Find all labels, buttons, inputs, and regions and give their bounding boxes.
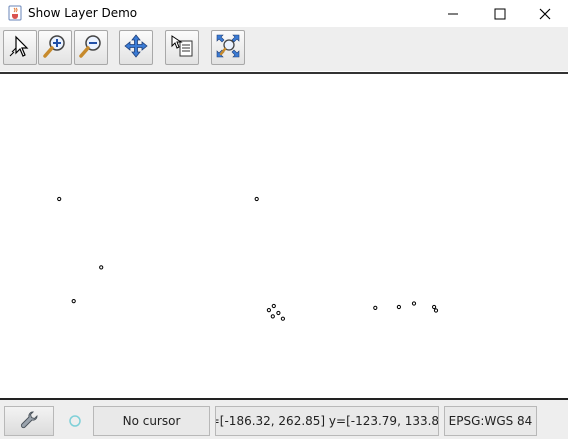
map-point	[270, 314, 275, 319]
map-point	[280, 316, 285, 321]
map-layer	[57, 196, 439, 321]
wrench-icon	[19, 410, 39, 433]
pan-tool-button[interactable]	[119, 30, 153, 65]
status-bar: No cursor x=[-186.32, 262.85] y=[-123.79…	[0, 400, 568, 439]
info-tool-button[interactable]	[165, 30, 199, 65]
cursor-arrow-icon	[7, 33, 33, 62]
pan-arrows-icon	[123, 33, 149, 62]
settings-button[interactable]	[4, 406, 54, 436]
map-point	[396, 304, 401, 310]
title-bar: Show Layer Demo	[0, 0, 568, 27]
map-canvas[interactable]	[0, 74, 568, 398]
zoom-in-icon	[42, 33, 68, 62]
zoom-in-tool-button[interactable]	[38, 30, 72, 65]
map-point	[271, 303, 276, 309]
cursor-position-label: No cursor	[93, 406, 210, 436]
map-point	[411, 301, 417, 306]
maximize-button[interactable]	[477, 0, 523, 27]
map-point	[99, 265, 104, 270]
crs-button[interactable]: EPSG:WGS 84	[444, 406, 537, 436]
zoom-extent-icon	[215, 33, 241, 62]
map-extent-label: x=[-186.32, 262.85] y=[-123.79, 133.89]	[215, 406, 439, 436]
map-point	[266, 308, 271, 313]
busy-indicator-icon	[68, 414, 82, 428]
map-point	[57, 196, 62, 202]
map-point	[71, 299, 76, 304]
map-point	[373, 305, 378, 310]
map-point	[254, 196, 259, 202]
window-title: Show Layer Demo	[28, 6, 138, 20]
close-button[interactable]	[522, 0, 568, 27]
map-point	[276, 310, 281, 316]
reset-tool-button[interactable]	[211, 30, 245, 65]
zoom-out-icon	[78, 33, 104, 62]
zoom-out-tool-button[interactable]	[74, 30, 108, 65]
info-pointer-icon	[169, 33, 195, 62]
toolbar	[0, 27, 568, 71]
map-point	[433, 308, 439, 313]
minimize-button[interactable]	[430, 0, 476, 27]
pointer-tool-button[interactable]	[3, 30, 37, 65]
java-cup-icon	[7, 5, 23, 21]
map-point	[432, 304, 437, 310]
